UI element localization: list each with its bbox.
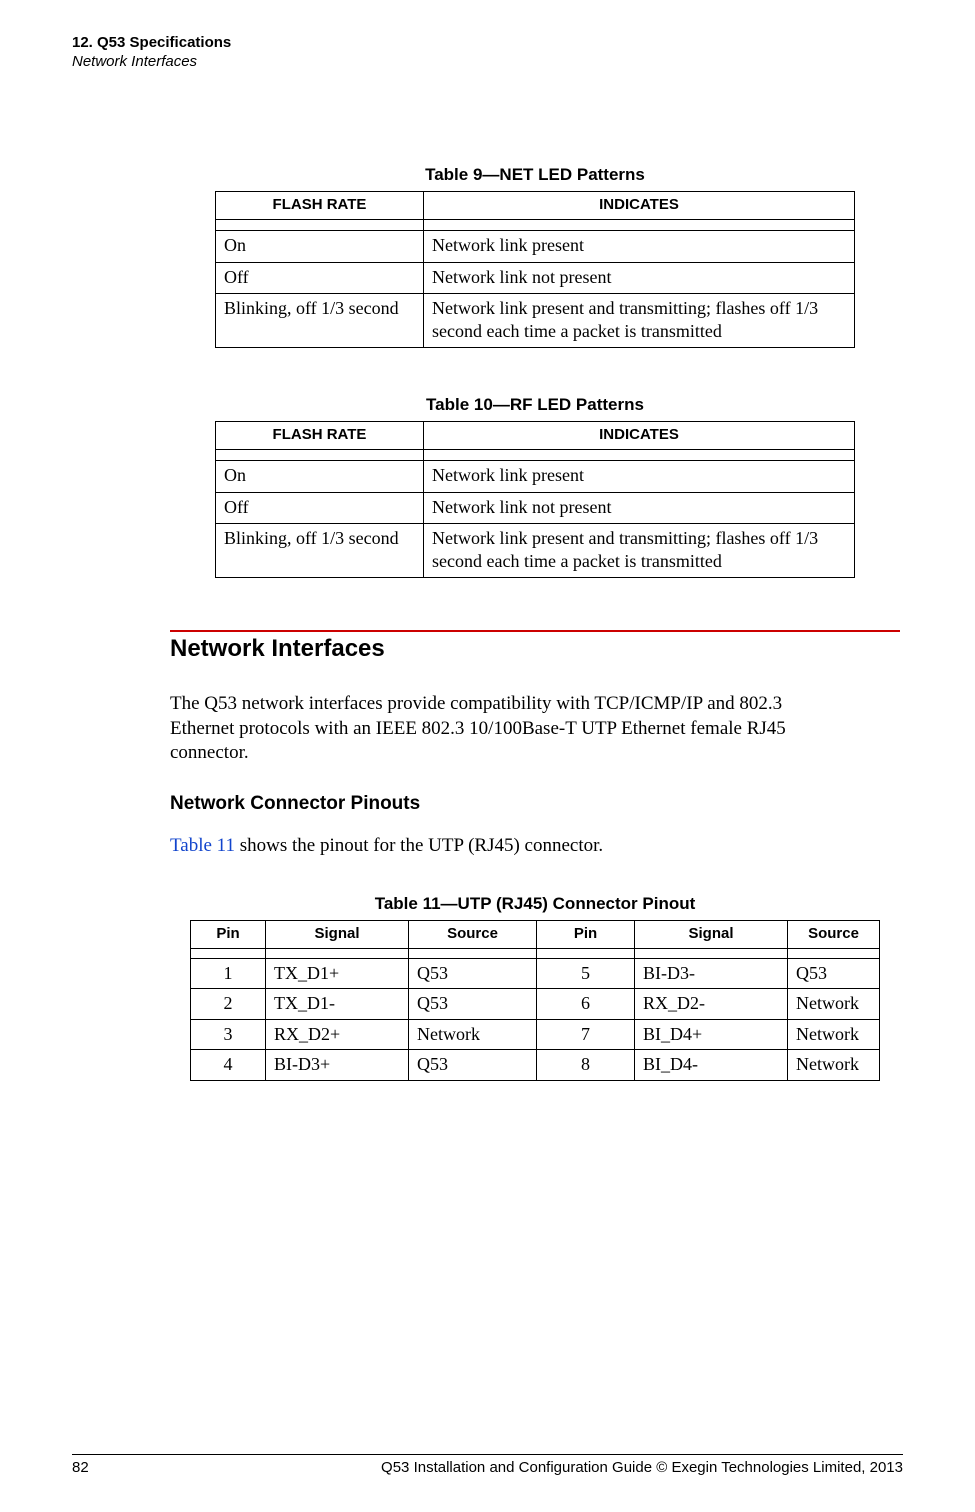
cell-pin: 2 <box>191 989 266 1020</box>
section-body: The Q53 network interfaces provide compa… <box>170 692 840 766</box>
cell-indicates: Network link not present <box>424 262 855 294</box>
cell-signal: BI-D3+ <box>266 1050 409 1081</box>
col-signal-b: Signal <box>635 920 788 948</box>
cell-source: Q53 <box>409 1050 537 1081</box>
col-signal-a: Signal <box>266 920 409 948</box>
running-header-section: Network Interfaces <box>72 53 231 72</box>
cell-indicates: Network link not present <box>424 492 855 524</box>
cell-signal: TX_D1+ <box>266 958 409 989</box>
footer-text: Q53 Installation and Configuration Guide… <box>381 1459 903 1478</box>
table-9-col-indicates: INDICATES <box>424 192 855 220</box>
cell-source: Network <box>788 989 880 1020</box>
table-10-col-indicates: INDICATES <box>424 422 855 450</box>
cell-rate: Blinking, off 1/3 second <box>216 294 424 348</box>
subsection-heading: Network Connector Pinouts <box>170 792 900 816</box>
footer: 82 Q53 Installation and Configuration Gu… <box>72 1454 903 1478</box>
running-header: 12. Q53 Specifications Network Interface… <box>72 34 231 72</box>
cell-source: Q53 <box>409 989 537 1020</box>
content-area: Table 9—NET LED Patterns FLASH RATE INDI… <box>170 130 900 1081</box>
cell-rate: Off <box>216 492 424 524</box>
section-heading: Network Interfaces <box>170 634 900 664</box>
cell-indicates: Network link present <box>424 461 855 493</box>
table-10-col-rate: FLASH RATE <box>216 422 424 450</box>
cell-source: Network <box>788 1019 880 1050</box>
cell-indicates: Network link present and transmitting; f… <box>424 294 855 348</box>
cell-source: Network <box>788 1050 880 1081</box>
cell-signal: RX_D2+ <box>266 1019 409 1050</box>
page-number: 82 <box>72 1459 89 1478</box>
cell-pin: 6 <box>537 989 635 1020</box>
table-row: 3 RX_D2+ Network 7 BI_D4+ Network <box>191 1019 880 1050</box>
cell-signal: BI_D4- <box>635 1050 788 1081</box>
table-row: Off Network link not present <box>216 262 855 294</box>
table-9-caption: Table 9—NET LED Patterns <box>170 164 900 185</box>
table-11-link[interactable]: Table 11 <box>170 835 235 856</box>
cell-pin: 8 <box>537 1050 635 1081</box>
cell-pin: 5 <box>537 958 635 989</box>
cell-indicates: Network link present <box>424 231 855 263</box>
table-row: Blinking, off 1/3 second Network link pr… <box>216 294 855 348</box>
cell-pin: 7 <box>537 1019 635 1050</box>
cell-signal: TX_D1- <box>266 989 409 1020</box>
cell-pin: 3 <box>191 1019 266 1050</box>
cell-rate: On <box>216 461 424 493</box>
cell-rate: On <box>216 231 424 263</box>
cell-pin: 4 <box>191 1050 266 1081</box>
cell-rate: Off <box>216 262 424 294</box>
page: 12. Q53 Specifications Network Interface… <box>0 0 975 1512</box>
table-row: On Network link present <box>216 461 855 493</box>
subsection-lead: Table 11 shows the pinout for the UTP (R… <box>170 834 840 859</box>
subsection-lead-text: shows the pinout for the UTP (RJ45) conn… <box>235 835 603 856</box>
cell-signal: RX_D2- <box>635 989 788 1020</box>
table-row: On Network link present <box>216 231 855 263</box>
col-source-a: Source <box>409 920 537 948</box>
table-9: FLASH RATE INDICATES On Network link pre… <box>215 191 855 348</box>
cell-signal: BI-D3- <box>635 958 788 989</box>
col-source-b: Source <box>788 920 880 948</box>
cell-indicates: Network link present and transmitting; f… <box>424 524 855 578</box>
table-row: Blinking, off 1/3 second Network link pr… <box>216 524 855 578</box>
cell-signal: BI_D4+ <box>635 1019 788 1050</box>
table-row: Off Network link not present <box>216 492 855 524</box>
col-pin-a: Pin <box>191 920 266 948</box>
col-pin-b: Pin <box>537 920 635 948</box>
running-header-chapter: 12. Q53 Specifications <box>72 34 231 53</box>
table-10: FLASH RATE INDICATES On Network link pre… <box>215 421 855 578</box>
cell-pin: 1 <box>191 958 266 989</box>
table-row: 1 TX_D1+ Q53 5 BI-D3- Q53 <box>191 958 880 989</box>
table-row: 2 TX_D1- Q53 6 RX_D2- Network <box>191 989 880 1020</box>
cell-source: Q53 <box>409 958 537 989</box>
cell-source: Q53 <box>788 958 880 989</box>
cell-rate: Blinking, off 1/3 second <box>216 524 424 578</box>
table-row: 4 BI-D3+ Q53 8 BI_D4- Network <box>191 1050 880 1081</box>
cell-source: Network <box>409 1019 537 1050</box>
section-rule <box>170 630 900 632</box>
table-11-caption: Table 11—UTP (RJ45) Connector Pinout <box>170 893 900 914</box>
table-11: Pin Signal Source Pin Signal Source 1 TX… <box>190 920 880 1081</box>
table-10-caption: Table 10—RF LED Patterns <box>170 394 900 415</box>
table-9-col-rate: FLASH RATE <box>216 192 424 220</box>
